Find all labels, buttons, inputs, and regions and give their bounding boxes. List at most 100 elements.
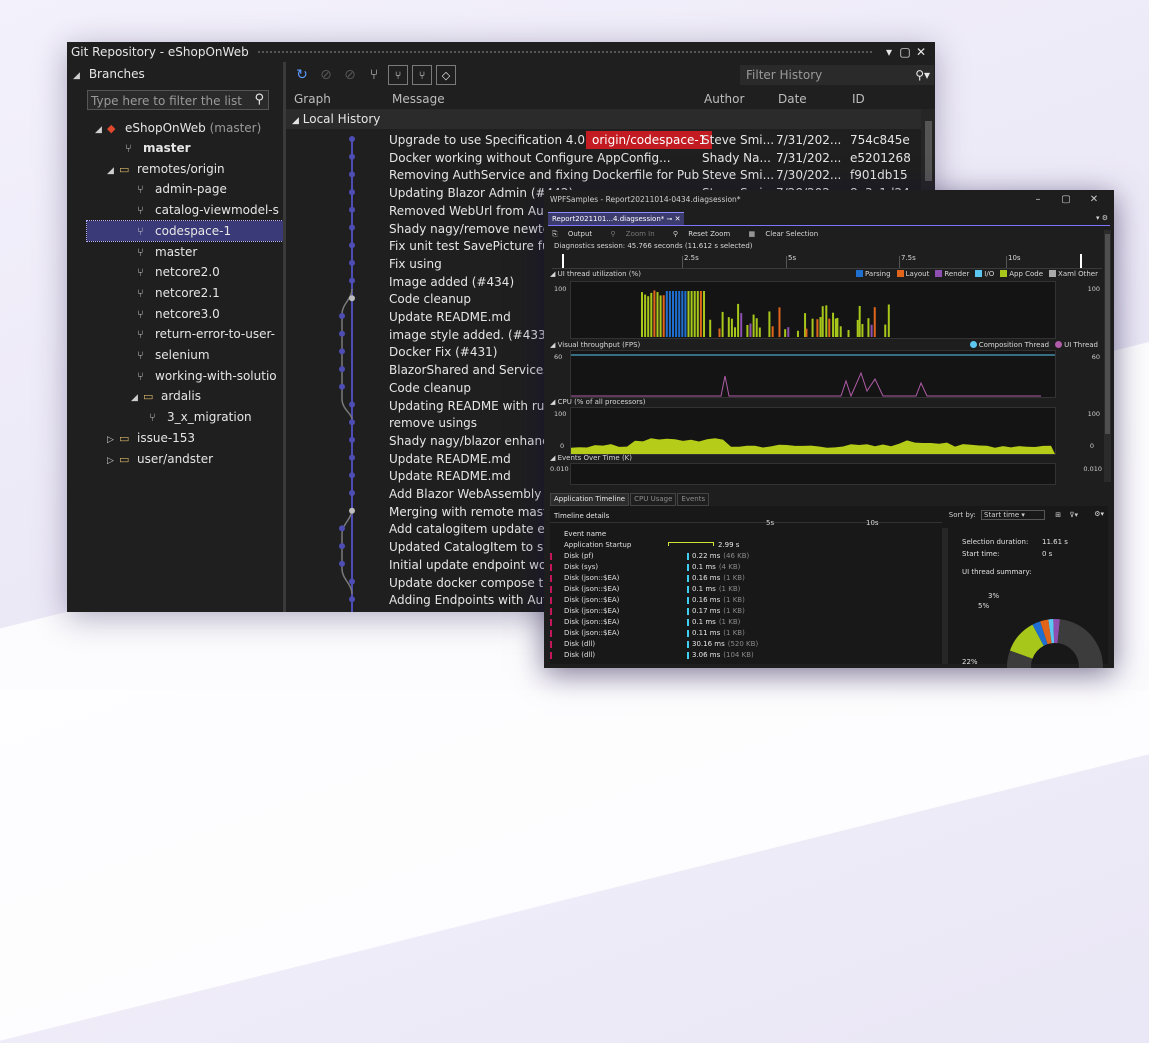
- close-icon[interactable]: ✕: [1080, 190, 1108, 210]
- events-scrollbar[interactable]: [942, 528, 948, 664]
- remote-branches-icon[interactable]: ⑂: [412, 65, 432, 85]
- tab-events[interactable]: Events: [677, 493, 710, 506]
- ui-thread-chart[interactable]: [570, 281, 1056, 339]
- timeline-event-row[interactable]: Disk (json::$EA) 0.1 ms (1 KB): [550, 584, 938, 595]
- branch-item[interactable]: ⑂ netcore2.0: [137, 262, 220, 282]
- pie-label-22: 22%: [962, 658, 978, 666]
- branch-item[interactable]: ⑂ netcore2.1: [137, 283, 220, 303]
- search-dropdown-icon[interactable]: ⚲▾: [915, 65, 930, 85]
- branch-item[interactable]: ⑂ 3_x_migration: [149, 407, 252, 427]
- repo-root[interactable]: ◢ ◆ eShopOnWeb (master): [95, 118, 261, 138]
- ui-thread-summary-donut[interactable]: [980, 582, 1110, 668]
- commit-message: Upgrade to use Specification 4.0....: [389, 133, 601, 147]
- history-scroll-thumb[interactable]: [925, 121, 932, 181]
- event-duration-value: 0.16 ms: [692, 574, 721, 582]
- timeline-event-row[interactable]: Disk (json::$EA) 0.16 ms (1 KB): [550, 573, 938, 584]
- reset-zoom-button[interactable]: ⚲ Reset Zoom: [673, 230, 738, 238]
- event-category-marker: [550, 586, 552, 593]
- col-graph[interactable]: Graph: [294, 89, 331, 109]
- branch-item[interactable]: ⑂ master: [137, 242, 197, 262]
- time-ruler[interactable]: 2.5s 5s 7.5s 10s: [552, 254, 1102, 269]
- timeline-event-row[interactable]: Disk (sys) 0.1 ms (4 KB): [550, 562, 938, 573]
- cpu-chart[interactable]: [570, 407, 1056, 455]
- filter-icon[interactable]: ⊽▾: [1069, 511, 1078, 519]
- selection-handle[interactable]: [1080, 254, 1082, 268]
- col-id[interactable]: ID: [852, 89, 865, 109]
- tab-cpu-usage[interactable]: CPU Usage: [630, 493, 677, 506]
- timeline-event-row[interactable]: Disk (json::$EA) 0.17 ms (1 KB): [550, 606, 938, 617]
- tags-icon[interactable]: ◇: [436, 65, 456, 85]
- minimize-icon[interactable]: –: [1024, 190, 1052, 210]
- branch-item[interactable]: ⑂ selenium: [137, 345, 210, 365]
- clear-selection-button[interactable]: ▦ Clear Selection: [749, 230, 827, 238]
- diagsession-tab[interactable]: Report2021101...4.diagsession* ⊸ ✕: [548, 212, 685, 226]
- event-duration: 3.06 ms (104 KB): [692, 650, 754, 661]
- branch-item[interactable]: ▷ ▭ user/andster: [107, 449, 213, 469]
- local-history-section[interactable]: ◢ Local History: [286, 109, 921, 129]
- branch-item[interactable]: ◢ ▭ remotes/origin: [107, 159, 225, 179]
- col-author[interactable]: Author: [704, 89, 744, 109]
- commit-row[interactable]: Removing AuthService and fixing Dockerfi…: [286, 166, 921, 184]
- ui-bar: [684, 291, 687, 337]
- collapse-caret-icon[interactable]: ▷: [107, 451, 119, 471]
- local-branches-icon[interactable]: ⑂: [388, 65, 408, 85]
- dropdown-icon[interactable]: ▾: [881, 45, 897, 59]
- maximize-icon[interactable]: ▢: [1052, 190, 1080, 210]
- collapse-caret-icon[interactable]: ▷: [107, 430, 119, 450]
- branch-filter-input[interactable]: Type here to filter the list ⚲: [87, 90, 269, 110]
- sort-by-select[interactable]: Start time ▾: [981, 510, 1046, 520]
- section-caret-icon[interactable]: ◢: [292, 116, 299, 126]
- timeline-event-row[interactable]: Disk (dll) 3.06 ms (104 KB): [550, 650, 938, 661]
- pin-icon[interactable]: ⊸: [667, 215, 675, 223]
- ui-bar: [696, 291, 699, 337]
- timeline-event-row[interactable]: Disk (json::$EA) 0.1 ms (1 KB): [550, 617, 938, 628]
- cpu-title: ◢ CPU (% of all processors): [550, 398, 646, 406]
- commit-row[interactable]: Docker working without Configure AppConf…: [286, 149, 921, 167]
- branch-item[interactable]: ⑂ working-with-solutio: [137, 366, 277, 386]
- zoom-in-button[interactable]: ⚲ Zoom In: [610, 230, 662, 238]
- diag-scroll-thumb[interactable]: [1105, 234, 1110, 434]
- filter-history-input[interactable]: Filter History ⚲▾: [740, 65, 934, 85]
- diag-scrollbar[interactable]: [1104, 230, 1111, 482]
- branch-item[interactable]: ⑂ return-error-to-user-: [137, 324, 275, 344]
- events-chart[interactable]: [570, 463, 1056, 485]
- drag-grip[interactable]: [256, 50, 873, 54]
- event-name-header[interactable]: Event name: [564, 530, 606, 538]
- branches-header[interactable]: ◢ Branches: [67, 62, 283, 86]
- branch-item[interactable]: ⑂ master: [125, 138, 191, 158]
- collapse-caret-icon[interactable]: ◢: [73, 64, 85, 88]
- branch-item[interactable]: ◢ ▭ ardalis: [131, 386, 201, 406]
- tab-close-icon[interactable]: ✕: [675, 215, 681, 223]
- maximize-icon[interactable]: ▢: [897, 45, 913, 59]
- timeline-event-row[interactable]: Disk (json::$EA) 0.16 ms (1 KB): [550, 595, 938, 606]
- tab-overflow-icon[interactable]: ▾ ⚙: [1096, 214, 1108, 222]
- timeline-event-row[interactable]: Disk (dll) 30.16 ms (520 KB): [550, 639, 938, 650]
- details-divider: [550, 522, 942, 523]
- fetch-icon: ⊘: [320, 67, 332, 83]
- refresh-icon[interactable]: ↻: [292, 65, 312, 85]
- tab-application-timeline[interactable]: Application Timeline: [550, 493, 630, 506]
- timeline-event-row[interactable]: Application Startup 2.99 s: [550, 540, 938, 551]
- branch-graph-icon[interactable]: ⑂: [364, 65, 384, 85]
- col-date[interactable]: Date: [778, 89, 807, 109]
- branch-item[interactable]: ⑂ netcore3.0: [137, 304, 220, 324]
- timeline-event-row[interactable]: Disk (json::$EA) 0.11 ms (1 KB): [550, 628, 938, 639]
- timeline-event-row[interactable]: Disk (pf) 0.22 ms (46 KB): [550, 551, 938, 562]
- expand-caret-icon[interactable]: ◢: [131, 388, 143, 408]
- search-icon[interactable]: ⚲: [254, 90, 264, 110]
- col-message[interactable]: Message: [392, 89, 445, 109]
- branch-item[interactable]: ⑂ admin-page: [137, 179, 227, 199]
- commit-row[interactable]: Upgrade to use Specification 4.0.... orig…: [286, 131, 921, 149]
- selection-handle[interactable]: [562, 254, 564, 268]
- visual-throughput-chart[interactable]: [570, 350, 1056, 398]
- settings-icon[interactable]: ⚙▾: [1094, 510, 1104, 518]
- expand-caret-icon[interactable]: ◢: [95, 120, 107, 140]
- branch-item[interactable]: ▷ ▭ issue-153: [107, 428, 195, 448]
- expand-caret-icon[interactable]: ◢: [107, 161, 119, 181]
- close-icon[interactable]: ✕: [913, 45, 929, 59]
- branch-item[interactable]: ⑂ catalog-viewmodel-s: [137, 200, 279, 220]
- grid-view-icon[interactable]: ⊞: [1055, 511, 1061, 519]
- reset-zoom-icon: ⚲: [672, 230, 679, 238]
- output-button[interactable]: ⎘ Output: [552, 230, 600, 238]
- ui-bar: [755, 318, 758, 337]
